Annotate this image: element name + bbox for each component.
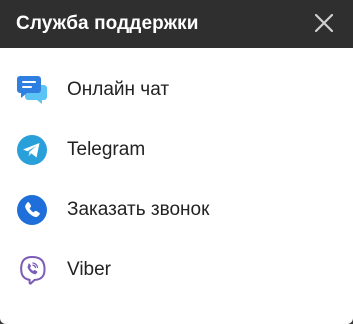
panel-title: Служба поддержки — [16, 13, 199, 34]
support-options-list: Онлайн чат Telegram Заказать звонок Vibe… — [0, 48, 353, 300]
option-label: Заказать звонок — [67, 199, 210, 220]
option-label: Онлайн чат — [67, 79, 170, 100]
option-label: Viber — [67, 259, 112, 280]
viber-icon — [16, 254, 48, 286]
telegram-icon — [16, 134, 48, 166]
chat-icon — [16, 74, 48, 106]
panel-header: Служба поддержки — [0, 0, 353, 48]
phone-icon — [16, 194, 48, 226]
option-telegram[interactable]: Telegram — [0, 120, 353, 180]
option-label: Telegram — [67, 139, 146, 160]
close-icon[interactable] — [313, 12, 335, 34]
support-panel: Служба поддержки Онлайн чат Telegram Зак… — [0, 0, 353, 324]
option-viber[interactable]: Viber — [0, 240, 353, 300]
option-online-chat[interactable]: Онлайн чат — [0, 60, 353, 120]
option-request-call[interactable]: Заказать звонок — [0, 180, 353, 240]
